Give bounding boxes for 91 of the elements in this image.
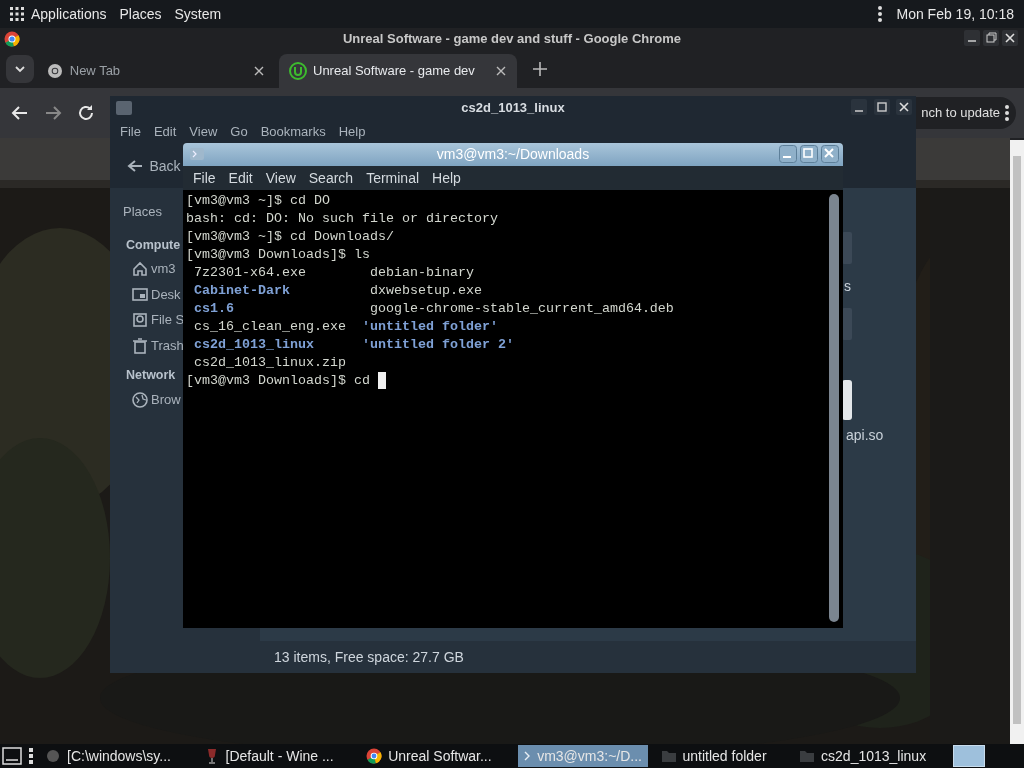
folder-icon [799, 748, 816, 764]
app-grid-icon[interactable] [10, 7, 24, 21]
drive-icon [132, 312, 148, 328]
file-name: google-chrome-stable_current_amd64.deb [369, 300, 674, 318]
file-name: debian-binary [369, 264, 474, 282]
menu-item[interactable]: Help [338, 122, 366, 142]
file-icon [842, 232, 852, 264]
desktop-icon [132, 286, 148, 303]
menu-item[interactable]: Help [432, 167, 461, 189]
panel-menu[interactable]: Places [119, 3, 162, 25]
file-name: 'untitled folder' [361, 318, 498, 336]
file-name: 7z2301-x64.exe [194, 264, 307, 282]
close-icon[interactable] [494, 65, 507, 77]
sidebar-section: Compute [126, 235, 181, 255]
sidebar-item[interactable]: Desk [132, 282, 181, 307]
menu-item[interactable]: File [120, 122, 141, 142]
terminal-icon [524, 751, 532, 761]
file-name: cs2d_1013_linux.zip [194, 354, 347, 372]
chrome-logo-icon [47, 63, 64, 79]
minimize-button[interactable] [963, 30, 980, 46]
window-title: vm3@vm3:~/Downloads [436, 145, 590, 164]
terminal-line: [vm3@vm3 ~]$ cd DO [186, 192, 330, 210]
panel-menu[interactable]: Applications [31, 3, 107, 25]
scrollbar[interactable] [1010, 140, 1024, 744]
minimize-button[interactable] [851, 99, 867, 115]
browser-tab[interactable]: Unreal Software - game dev [278, 54, 517, 88]
terminal-line: [vm3@vm3 Downloads]$ cd [186, 372, 386, 390]
file-name: Cabinet-Dark [194, 282, 291, 300]
workspace-switcher[interactable] [952, 745, 985, 767]
taskbar-item[interactable]: untitled folder [654, 745, 773, 767]
sidebar-heading: Places [123, 203, 163, 221]
reload-icon[interactable] [76, 103, 96, 123]
file-name: dxwebsetup.exe [369, 282, 482, 300]
file-name[interactable]: api.so [846, 425, 884, 446]
menu-item[interactable]: View [265, 167, 296, 189]
folder-icon [660, 748, 677, 764]
minimize-button[interactable] [778, 145, 797, 163]
menu-item[interactable]: File [193, 167, 216, 189]
kebab-menu-icon[interactable] [28, 748, 33, 764]
globe-icon [132, 391, 148, 408]
maximize-button[interactable] [873, 99, 890, 115]
menu-item[interactable]: Edit [228, 167, 253, 189]
window-title: cs2d_1013_linux [461, 99, 565, 118]
sidebar-item[interactable]: vm3 [132, 257, 176, 281]
circle-icon [45, 748, 61, 764]
scrollbar[interactable] [829, 194, 839, 622]
back-button[interactable]: Back [126, 154, 182, 178]
sidebar-section: Network [126, 366, 176, 385]
back-arrow-icon [127, 159, 143, 173]
taskbar-item[interactable]: [Default - Wine ... [197, 745, 340, 767]
menu-item[interactable]: Terminal [366, 167, 420, 189]
file-name: 'untitled folder 2' [361, 336, 514, 354]
menu-item[interactable]: Edit [153, 122, 177, 142]
terminal-line: bash: cd: DO: No such file or directory [186, 210, 498, 228]
menu-item[interactable]: Bookmarks [260, 122, 326, 142]
menu-item[interactable]: Go [230, 122, 248, 142]
file-name: cs1.6 [194, 300, 235, 318]
chrome-logo-icon [4, 31, 20, 47]
menu-item[interactable]: View [189, 122, 218, 142]
sidebar-item[interactable]: Brow [132, 388, 181, 412]
file-name[interactable]: s [844, 276, 851, 297]
sidebar-item[interactable]: File S [132, 308, 185, 332]
tab-search-button[interactable] [6, 55, 34, 83]
file-icon [842, 308, 852, 340]
status-text: 13 items, Free space: 27.7 GB [274, 647, 464, 667]
kebab-menu-icon [1004, 104, 1010, 122]
close-button[interactable] [896, 99, 912, 115]
home-icon [132, 261, 148, 277]
site-logo-icon [288, 62, 307, 80]
browser-tab[interactable]: New Tab [37, 54, 276, 88]
window-title: Unreal Software - game dev and stuff - Google Chrome [342, 30, 682, 49]
taskbar-item[interactable]: [C:\windows\sy... [39, 745, 177, 767]
kebab-menu-icon[interactable] [877, 5, 884, 23]
close-button[interactable] [1002, 30, 1018, 46]
menu-item[interactable]: Search [308, 167, 354, 189]
close-icon[interactable] [253, 65, 266, 77]
restore-button[interactable] [982, 30, 999, 46]
terminal-line: [vm3@vm3 Downloads]$ ls [186, 246, 370, 264]
show-desktop-icon[interactable] [2, 747, 22, 765]
maximize-button[interactable] [799, 145, 818, 163]
clock: Mon Feb 19, 10:18 [896, 4, 1014, 24]
trash-icon [132, 337, 148, 354]
file-icon [842, 380, 852, 420]
sidebar-item[interactable]: Trash [132, 333, 184, 358]
panel-menu[interactable]: System [174, 3, 222, 25]
terminal-icon [190, 148, 204, 160]
chrome-logo-icon [366, 748, 383, 764]
window-icon [116, 101, 132, 115]
terminal-line: [vm3@vm3 ~]$ cd Downloads/ [186, 228, 394, 246]
taskbar-item[interactable]: Unreal Softwar... [360, 745, 498, 767]
taskbar-item[interactable]: cs2d_1013_linux [793, 745, 933, 767]
